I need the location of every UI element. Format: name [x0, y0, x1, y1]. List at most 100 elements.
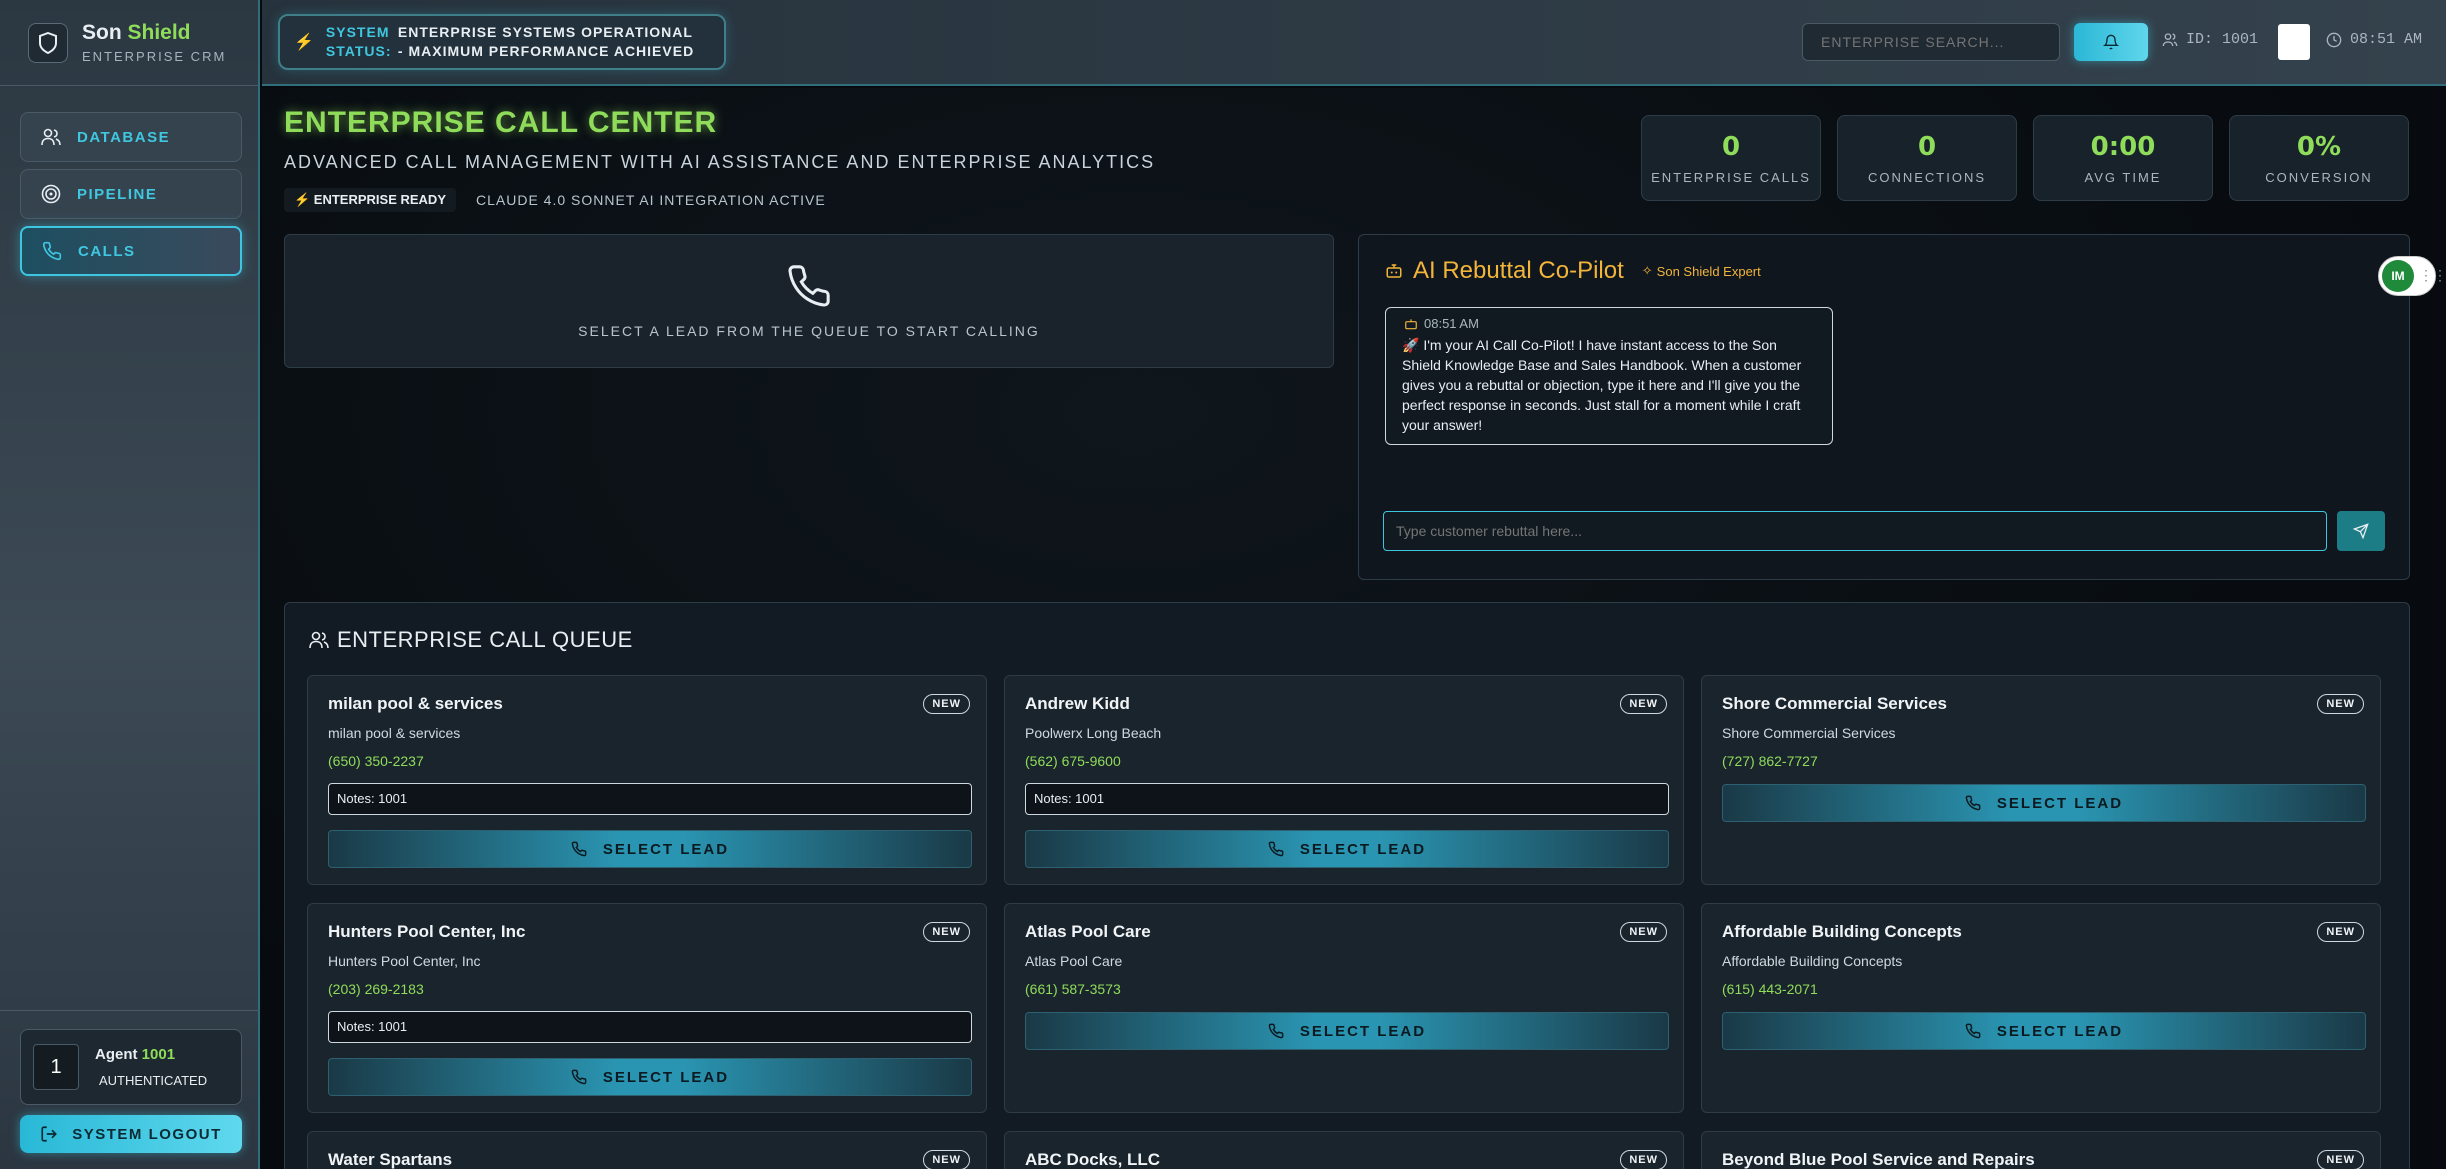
status-badge: NEW — [1620, 1150, 1667, 1169]
phone-icon — [1965, 1023, 1981, 1039]
lead-card: Atlas Pool Care NEW Atlas Pool Care (661… — [1004, 903, 1684, 1113]
lead-company: Poolwerx Long Beach — [1025, 725, 1162, 741]
sidebar-item-calls[interactable]: CALLS — [20, 226, 242, 276]
lead-name: Affordable Building Concepts — [1722, 922, 1962, 941]
phone-icon — [1965, 795, 1981, 811]
notifications-button[interactable] — [2074, 23, 2148, 61]
lead-company: milan pool & services — [328, 725, 461, 741]
sparkle-icon: ✧ — [1641, 263, 1653, 278]
status-badge: NEW — [1620, 922, 1667, 942]
drag-handle-icon: ⋮⋮ — [2419, 267, 2446, 283]
logout-label: SYSTEM LOGOUT — [72, 1125, 222, 1143]
system-status-banner: ⚡ SYSTEM STATUS: ENTERPRISE SYSTEMS OPER… — [278, 14, 726, 70]
call-queue: ENTERPRISE CALL QUEUE milan pool & servi… — [284, 602, 2410, 1169]
rebuttal-input[interactable] — [1383, 511, 2327, 551]
select-lead-button[interactable]: SELECT LEAD — [1722, 784, 2366, 822]
status-badge: NEW — [923, 922, 970, 942]
shield-icon — [28, 22, 68, 63]
clock: 08:51 AM — [2326, 31, 2422, 48]
users-icon — [309, 631, 329, 649]
sidebar-item-label: DATABASE — [77, 128, 171, 146]
user-avatar[interactable] — [2278, 24, 2310, 60]
select-lead-button[interactable]: SELECT LEAD — [1722, 1012, 2366, 1050]
stat-avg-time: 0:00 AVG TIME — [2033, 115, 2213, 201]
sidebar-item-label: PIPELINE — [77, 185, 158, 203]
lead-phone: (562) 675-9600 — [1025, 753, 1121, 769]
extension-toggle[interactable]: IM ⋮⋮ — [2378, 256, 2446, 296]
lead-notes[interactable]: Notes: 1001 — [1025, 783, 1669, 815]
status-badge: NEW — [2317, 694, 2364, 714]
stat-enterprise-calls: 0 ENTERPRISE CALLS — [1641, 115, 1821, 201]
status-text: ENTERPRISE SYSTEMS OPERATIONAL - MAXIMUM… — [397, 24, 695, 59]
lead-card: milan pool & services NEW milan pool & s… — [307, 675, 987, 885]
select-lead-button[interactable]: SELECT LEAD — [1025, 830, 1669, 868]
lead-company: Affordable Building Concepts — [1722, 953, 1903, 969]
lead-name: Atlas Pool Care — [1025, 922, 1151, 941]
send-icon — [2353, 523, 2369, 539]
agent-area: 1 Agent 1001 AUTHENTICATED SYSTEM LOGOUT — [0, 1010, 260, 1169]
phone-icon — [788, 265, 830, 307]
sidebar-item-label: CALLS — [78, 242, 136, 260]
lead-card: Hunters Pool Center, Inc NEW Hunters Poo… — [307, 903, 987, 1113]
ai-message: 08:51 AM 🚀 I'm your AI Call Co-Pilot! I … — [1385, 307, 1833, 445]
lead-name: ABC Docks, LLC — [1025, 1150, 1161, 1169]
lightning-icon: ⚡ — [294, 34, 314, 51]
select-lead-button[interactable]: SELECT LEAD — [1025, 1012, 1669, 1050]
page-title: ENTERPRISE CALL CENTER — [284, 106, 718, 139]
ai-copilot-panel: AI Rebuttal Co-Pilot ✧ Son Shield Expert … — [1358, 234, 2410, 580]
lead-phone: (727) 862-7727 — [1722, 753, 1818, 769]
lead-name: Water Spartans — [328, 1150, 453, 1169]
send-button[interactable] — [2337, 511, 2385, 551]
sidebar-item-database[interactable]: DATABASE — [20, 112, 242, 162]
phone-icon — [571, 1069, 587, 1085]
agent-id: ID: 1001 — [2162, 31, 2258, 48]
stat-connections: 0 CONNECTIONS — [1837, 115, 2017, 201]
select-lead-button[interactable]: SELECT LEAD — [328, 1058, 972, 1096]
search-input[interactable] — [1802, 23, 2060, 61]
lead-company: Atlas Pool Care — [1025, 953, 1123, 969]
ai-message-text: 🚀 I'm your AI Call Co-Pilot! I have inst… — [1402, 337, 1802, 433]
users-icon — [41, 128, 61, 146]
lead-name: Hunters Pool Center, Inc — [328, 922, 526, 941]
lead-card: Shore Commercial Services NEW Shore Comm… — [1701, 675, 2381, 885]
lead-card: ABC Docks, LLC NEW — [1004, 1131, 1684, 1169]
bot-icon — [1405, 318, 1417, 329]
phone-icon — [1268, 841, 1284, 857]
lead-name: Andrew Kidd — [1025, 694, 1130, 713]
lead-phone: (661) 587-3573 — [1025, 981, 1121, 997]
agent-name: Agent 1001 — [95, 1046, 176, 1063]
phone-icon — [42, 241, 62, 261]
lead-name: Beyond Blue Pool Service and Repairs — [1722, 1150, 2035, 1169]
status-badge: NEW — [923, 1150, 970, 1169]
lead-card: Beyond Blue Pool Service and Repairs NEW — [1701, 1131, 2381, 1169]
lead-phone: (203) 269-2183 — [328, 981, 424, 997]
status-badge: NEW — [923, 694, 970, 714]
sidebar-nav: DATABASE PIPELINE CALLS — [20, 112, 242, 283]
stats-row: 0 ENTERPRISE CALLS 0 CONNECTIONS 0:00 AVG T… — [1641, 115, 2425, 201]
ai-title: AI Rebuttal Co-Pilot — [1413, 257, 1624, 284]
lead-phone: (615) 443-2071 — [1722, 981, 1818, 997]
agent-status: AUTHENTICATED — [99, 1073, 208, 1088]
status-badge: NEW — [2317, 1150, 2364, 1169]
call-panel-hint: SELECT A LEAD FROM THE QUEUE TO START CA… — [578, 323, 1040, 339]
clock-icon — [2326, 32, 2342, 47]
active-call-panel: SELECT A LEAD FROM THE QUEUE TO START CA… — [284, 234, 1334, 368]
bot-icon — [1386, 264, 1402, 278]
logo-area: Son Shield ENTERPRISE CRM — [0, 0, 258, 86]
status-badge: NEW — [1620, 694, 1667, 714]
brand-subtitle: ENTERPRISE CRM — [82, 49, 227, 64]
main-content: ENTERPRISE CALL CENTER ADVANCED CALL MAN… — [262, 88, 2446, 1169]
status-label: SYSTEM STATUS: — [325, 24, 392, 59]
lead-notes[interactable]: Notes: 1001 — [328, 1011, 972, 1043]
logout-button[interactable]: SYSTEM LOGOUT — [20, 1115, 242, 1153]
select-lead-button[interactable]: SELECT LEAD — [328, 830, 972, 868]
sidebar-item-pipeline[interactable]: PIPELINE — [20, 169, 242, 219]
lead-name: Shore Commercial Services — [1722, 694, 1947, 713]
stat-conversion: 0% CONVERSION — [2229, 115, 2409, 201]
logout-icon — [41, 1126, 58, 1142]
enterprise-ready-badge: ⚡ ENTERPRISE READY — [284, 188, 456, 212]
user-icon — [2162, 32, 2178, 46]
phone-icon — [571, 841, 587, 857]
lead-notes[interactable]: Notes: 1001 — [328, 783, 972, 815]
lead-company: Hunters Pool Center, Inc — [328, 953, 481, 969]
